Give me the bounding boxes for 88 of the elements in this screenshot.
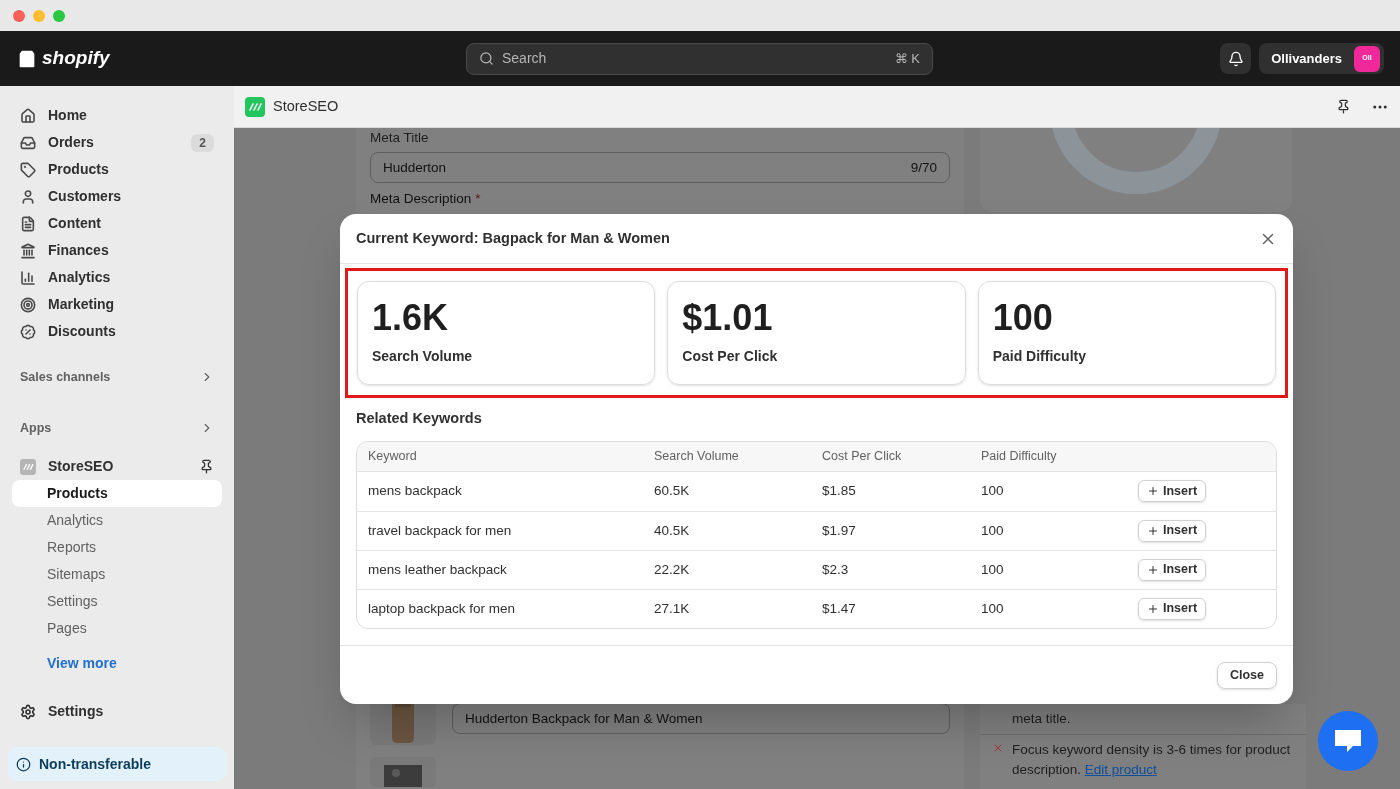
table-cell-text: mens leather backpack bbox=[368, 560, 508, 579]
plus-icon bbox=[1147, 563, 1159, 576]
meta-title-field[interactable]: Hudderton 9/70 bbox=[370, 152, 950, 184]
check-text: meta title. bbox=[1012, 710, 1071, 728]
search-icon bbox=[479, 51, 494, 66]
app-logo-icon bbox=[20, 458, 36, 475]
column-header: Cost Per Click bbox=[822, 447, 903, 465]
inbox-icon bbox=[20, 134, 36, 151]
table-cell-text: mens backpack bbox=[368, 482, 463, 501]
info-icon bbox=[16, 756, 31, 772]
section-title: Related Keywords bbox=[355, 409, 483, 428]
table-cell-text: 40.5K bbox=[654, 521, 691, 540]
nav-item[interactable]: Content bbox=[12, 210, 222, 237]
table-cell-text: $1.85 bbox=[822, 482, 857, 501]
view-more-link[interactable]: View more bbox=[12, 650, 222, 677]
chat-icon bbox=[1333, 728, 1363, 754]
notifications-button[interactable] bbox=[1220, 43, 1252, 74]
plus-icon bbox=[1147, 524, 1159, 537]
bell-icon bbox=[1227, 50, 1244, 67]
nav-item[interactable]: StoreSEO bbox=[12, 453, 222, 480]
required-mark: * bbox=[475, 190, 481, 209]
stat-label: Cost Per Click bbox=[682, 347, 779, 366]
notice-banner[interactable]: Non-transferable bbox=[8, 747, 226, 781]
bar-chart-icon bbox=[20, 269, 36, 286]
close-button[interactable]: Close bbox=[1216, 661, 1277, 689]
nav-item[interactable]: Finances bbox=[12, 237, 222, 264]
insert-button[interactable]: Insert bbox=[1138, 480, 1207, 503]
target-icon bbox=[20, 296, 36, 313]
count-badge: 2 bbox=[191, 133, 214, 152]
nav-subitem[interactable]: Settings bbox=[12, 588, 222, 615]
pin-icon[interactable] bbox=[1336, 99, 1351, 114]
table-cell-text: $1.47 bbox=[822, 599, 857, 618]
stat-value: 1.6K bbox=[372, 298, 450, 338]
table-cell-text: $2.3 bbox=[822, 560, 850, 579]
pin-icon bbox=[199, 459, 214, 474]
shortcut-hint: ⌘ K bbox=[894, 49, 920, 68]
table-cell-text: 27.1K bbox=[654, 599, 691, 618]
section-header[interactable]: Apps bbox=[12, 418, 222, 438]
table-cell-text: 60.5K bbox=[654, 482, 691, 501]
app-title: StoreSEO bbox=[273, 96, 340, 116]
insert-button[interactable]: Insert bbox=[1138, 519, 1207, 542]
person-icon bbox=[20, 188, 36, 205]
column-header: Search Volume bbox=[654, 447, 740, 465]
plus-icon bbox=[1147, 602, 1159, 615]
table-cell-text: 100 bbox=[981, 521, 1005, 540]
dialog-title: Current Keyword: Bagpack for Man & Women bbox=[356, 228, 670, 248]
column-header: Keyword bbox=[368, 447, 418, 465]
stat-label: Search Volume bbox=[372, 347, 474, 366]
search-field[interactable]: Search ⌘ K bbox=[466, 42, 933, 75]
nav-subitem[interactable]: Reports bbox=[12, 534, 222, 561]
table-cell-text: 100 bbox=[981, 560, 1005, 579]
nav-item[interactable]: Marketing bbox=[12, 291, 222, 318]
nav-item[interactable]: Products bbox=[12, 156, 222, 183]
document-icon bbox=[20, 215, 36, 232]
bank-icon bbox=[20, 242, 36, 259]
nav-item[interactable]: Analytics bbox=[12, 264, 222, 291]
table-cell-text: 100 bbox=[981, 599, 1005, 618]
table-cell-text: travel backpack for men bbox=[368, 521, 513, 540]
field-label: Meta Title bbox=[370, 129, 430, 147]
nav-subitem[interactable]: Analytics bbox=[12, 507, 222, 534]
field-label: Meta Description bbox=[370, 190, 472, 209]
percent-badge-icon bbox=[20, 323, 36, 340]
insert-button[interactable]: Insert bbox=[1138, 558, 1207, 581]
nav-item[interactable]: Settings bbox=[12, 698, 222, 725]
stat-value: 100 bbox=[992, 298, 1054, 338]
nav-item[interactable]: Discounts bbox=[12, 318, 222, 345]
settings-icon bbox=[20, 703, 36, 720]
stat-value: $1.01 bbox=[682, 298, 774, 338]
app-logo-icon bbox=[245, 96, 265, 117]
nav-item[interactable]: Orders 2 bbox=[12, 129, 222, 156]
tag-icon bbox=[20, 161, 36, 178]
table-cell-text: 22.2K bbox=[654, 560, 691, 579]
brand-logo[interactable]: shopify bbox=[42, 44, 110, 73]
check-text: Focus keyword density is 3-6 times for product description. Edit product bbox=[1012, 741, 1292, 779]
stat-label: Paid Difficulty bbox=[992, 347, 1087, 366]
home-icon bbox=[20, 107, 36, 124]
section-header[interactable]: Sales channels bbox=[12, 367, 222, 387]
table-cell-text: $1.97 bbox=[822, 521, 857, 540]
insert-button[interactable]: Insert bbox=[1138, 597, 1207, 620]
table-cell-text: 100 bbox=[981, 482, 1005, 501]
table-cell-text: laptop backpack for men bbox=[368, 599, 517, 618]
nav-subitem[interactable]: Sitemaps bbox=[12, 561, 222, 588]
nav-subitem[interactable]: Pages bbox=[12, 615, 222, 642]
plus-icon bbox=[1147, 485, 1159, 498]
nav-item[interactable]: Home bbox=[12, 102, 222, 129]
column-header: Paid Difficulty bbox=[981, 447, 1058, 465]
nav-subitem[interactable]: Products bbox=[12, 480, 222, 507]
nav-item[interactable]: Customers bbox=[12, 183, 222, 210]
